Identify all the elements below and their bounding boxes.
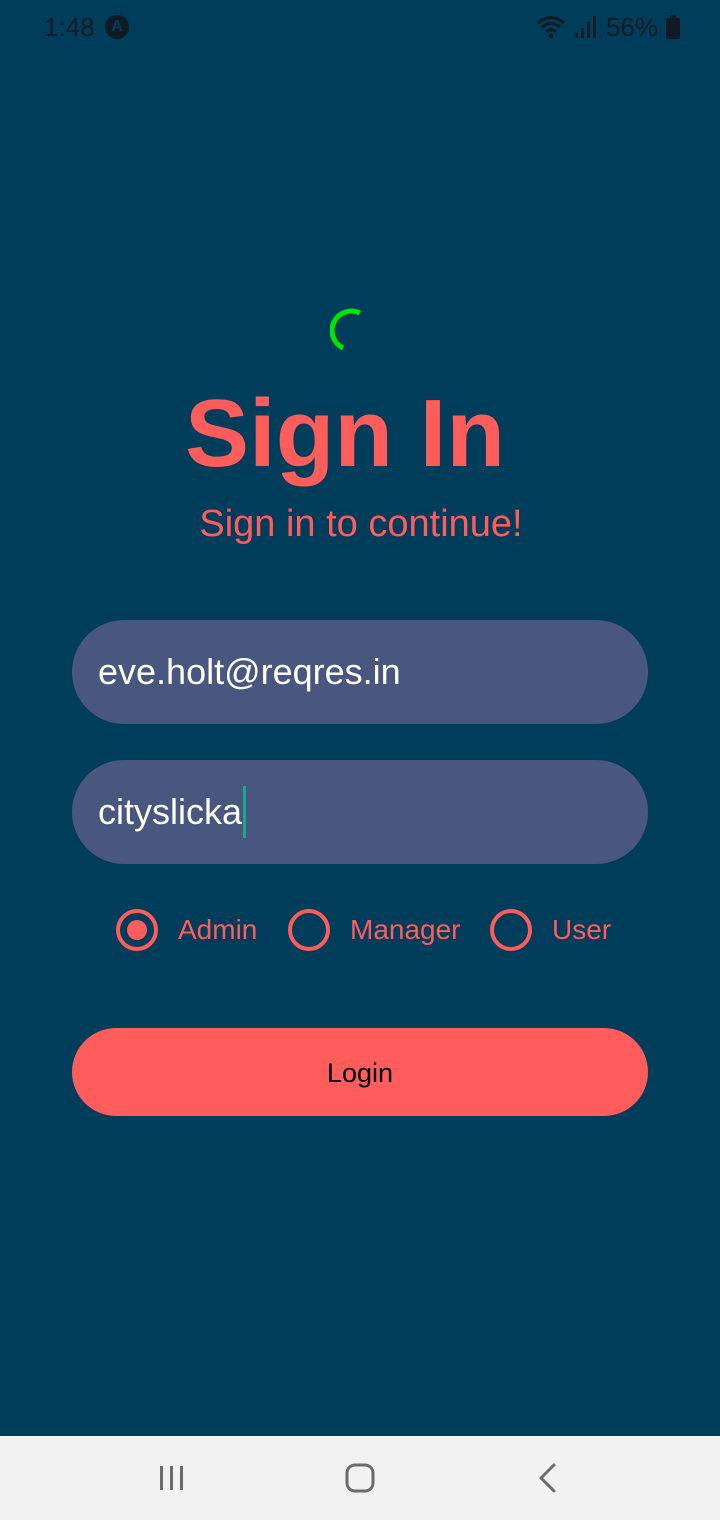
loading-spinner-icon [329,306,380,356]
system-nav-bar [0,1436,720,1520]
status-bar: 1:48 A 56% [0,0,720,56]
role-option-user[interactable]: User [490,904,611,956]
radio-selected-dot [127,920,147,940]
role-option-manager[interactable]: Manager [288,904,461,956]
password-field[interactable]: cityslicka [72,760,648,864]
recents-icon[interactable] [152,1458,192,1498]
status-time: 1:48 [44,12,95,42]
app-notification-icon: A [105,15,129,39]
text-cursor [243,786,247,838]
role-option-admin[interactable]: Admin [116,904,257,956]
role-label-admin: Admin [178,914,258,945]
radio-button-selected[interactable] [116,909,158,951]
role-label-user: User [552,914,612,945]
login-button[interactable]: Login [72,1028,648,1116]
wifi-icon [536,14,566,40]
role-label-manager: Manager [350,914,461,945]
battery-icon [666,15,680,39]
back-icon[interactable] [528,1458,568,1498]
home-icon[interactable] [340,1458,380,1498]
signal-icon [574,15,598,39]
page-subtitle: Sign in to continue! [199,503,523,545]
status-icons: 56% [536,12,680,42]
page-title: Sign In [185,380,505,487]
email-value: eve.holt@reqres.in [98,651,401,692]
password-value: cityslicka [98,791,243,832]
battery-percent: 56% [605,11,658,42]
radio-button[interactable] [490,909,532,951]
role-radio-group: Admin Manager User [0,904,720,956]
email-field[interactable]: eve.holt@reqres.in [72,620,648,724]
radio-button[interactable] [288,909,330,951]
